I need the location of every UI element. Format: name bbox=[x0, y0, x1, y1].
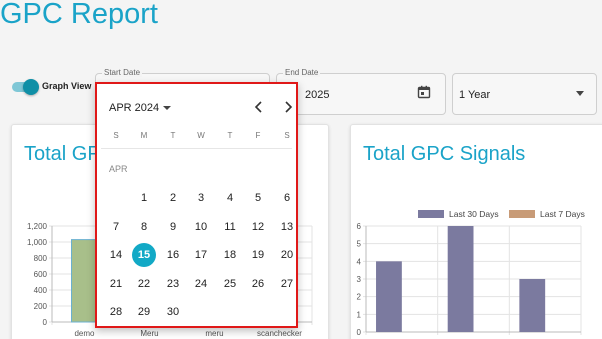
calendar-day[interactable]: 7 bbox=[104, 215, 128, 239]
calendar-day[interactable]: 24 bbox=[189, 272, 213, 296]
calendar-day[interactable]: 4 bbox=[218, 186, 242, 210]
y-tick-label: 0 bbox=[43, 318, 48, 327]
x-tick-label: demo bbox=[74, 329, 95, 338]
calendar-day[interactable]: 16 bbox=[161, 243, 185, 267]
y-tick-label: 3 bbox=[357, 275, 362, 284]
calendar-day[interactable]: 30 bbox=[161, 300, 185, 324]
calendar-day[interactable]: 20 bbox=[275, 243, 299, 267]
legend-label: Last 7 Days bbox=[540, 209, 585, 219]
calendar-day[interactable]: 21 bbox=[104, 272, 128, 296]
calendar-day[interactable]: 9 bbox=[161, 215, 185, 239]
dropdown-caret-icon[interactable] bbox=[576, 91, 584, 96]
start-date-label: Start Date bbox=[102, 68, 143, 77]
y-tick-label: 2 bbox=[357, 293, 362, 302]
month-dropdown-icon[interactable] bbox=[163, 106, 172, 111]
bar bbox=[376, 261, 402, 332]
y-tick-label: 1 bbox=[357, 310, 362, 319]
calendar-icon[interactable] bbox=[417, 85, 431, 99]
calendar-day[interactable]: 14 bbox=[104, 243, 128, 267]
month-label: APR bbox=[109, 164, 128, 174]
weekday-header: W bbox=[197, 131, 205, 140]
y-tick-label: 5 bbox=[357, 240, 362, 249]
total-gpc-signals-card-right: Total GPC Signals 0 1 2 3 4 5 6 Last 30 Days Las… bbox=[350, 124, 602, 339]
y-tick-label: 4 bbox=[357, 257, 362, 266]
weekday-header: M bbox=[140, 131, 148, 140]
bar bbox=[71, 239, 98, 323]
page-title: GPC Report bbox=[0, 0, 158, 30]
calendar-day[interactable]: 18 bbox=[218, 243, 242, 267]
range-select[interactable]: 1 Year bbox=[452, 73, 597, 115]
calendar-day[interactable]: 11 bbox=[218, 215, 242, 239]
next-month-icon[interactable] bbox=[281, 99, 295, 115]
calendar-day[interactable]: 29 bbox=[132, 300, 156, 324]
bar bbox=[447, 226, 474, 332]
range-select-value[interactable]: 1 Year bbox=[459, 89, 490, 101]
toggle-thumb[interactable] bbox=[23, 79, 39, 95]
y-tick-label: 6 bbox=[357, 222, 362, 231]
end-date-value[interactable]: 2025 bbox=[305, 89, 329, 101]
calendar-day[interactable]: 26 bbox=[246, 272, 270, 296]
bar-chart-right: 0 1 2 3 4 5 6 Last 30 Days Last 7 Days bbox=[357, 209, 585, 337]
calendar-day[interactable]: 12 bbox=[246, 215, 270, 239]
y-tick-label: 400 bbox=[34, 286, 48, 295]
calendar-day[interactable]: 22 bbox=[132, 272, 156, 296]
calendar-day[interactable]: 19 bbox=[246, 243, 270, 267]
y-tick-label: 800 bbox=[34, 254, 48, 263]
weekday-header: S bbox=[284, 131, 290, 140]
legend-swatch bbox=[418, 210, 444, 218]
previous-month-icon[interactable] bbox=[252, 99, 266, 115]
bar bbox=[519, 279, 546, 332]
graph-view-toggle[interactable] bbox=[10, 79, 39, 95]
month-year-label[interactable]: APR 2024 bbox=[109, 102, 159, 114]
calendar-day[interactable]: 27 bbox=[275, 272, 299, 296]
weekday-header: F bbox=[255, 131, 261, 140]
calendar-day[interactable]: 6 bbox=[275, 186, 299, 210]
calendar-day[interactable]: 8 bbox=[132, 215, 156, 239]
divider bbox=[101, 148, 292, 149]
date-picker-popup: APR 2024 SMTWTFS APR 1 2 3 4 5 6 7 8 9 10 11 12 13 14… bbox=[95, 82, 298, 328]
graph-view-label: Graph View bbox=[42, 81, 92, 91]
calendar-day[interactable]: 2 bbox=[161, 186, 185, 210]
weekday-header: T bbox=[170, 131, 176, 140]
weekday-header: T bbox=[227, 131, 233, 140]
calendar-day[interactable]: 25 bbox=[218, 272, 242, 296]
y-tick-label: 200 bbox=[34, 302, 48, 311]
month-year-selector[interactable]: APR 2024 bbox=[109, 102, 172, 114]
legend-label: Last 30 Days bbox=[449, 209, 499, 219]
calendar-day[interactable]: 13 bbox=[275, 215, 299, 239]
calendar-day[interactable]: 17 bbox=[189, 243, 213, 267]
y-tick-label: 1,200 bbox=[27, 222, 48, 231]
calendar-day[interactable]: 23 bbox=[161, 272, 185, 296]
end-date-label: End Date bbox=[283, 68, 321, 77]
calendar-day[interactable]: 1 bbox=[132, 186, 156, 210]
calendar-day[interactable]: 10 bbox=[189, 215, 213, 239]
x-tick-label: meru bbox=[205, 329, 223, 338]
weekday-header: S bbox=[113, 131, 119, 140]
legend-swatch bbox=[509, 210, 535, 218]
end-date-field[interactable]: End Date 2025 bbox=[276, 68, 446, 115]
calendar-day[interactable]: 3 bbox=[189, 186, 213, 210]
x-tick-label: Meru bbox=[140, 329, 158, 338]
y-tick-label: 0 bbox=[357, 328, 362, 337]
selected-day[interactable]: 15 bbox=[132, 243, 156, 267]
calendar-day[interactable]: 5 bbox=[246, 186, 270, 210]
x-tick-label: scanchecker bbox=[257, 329, 302, 338]
calendar-day[interactable]: 28 bbox=[104, 300, 128, 324]
y-tick-label: 1,000 bbox=[27, 238, 48, 247]
y-tick-label: 600 bbox=[34, 270, 48, 279]
